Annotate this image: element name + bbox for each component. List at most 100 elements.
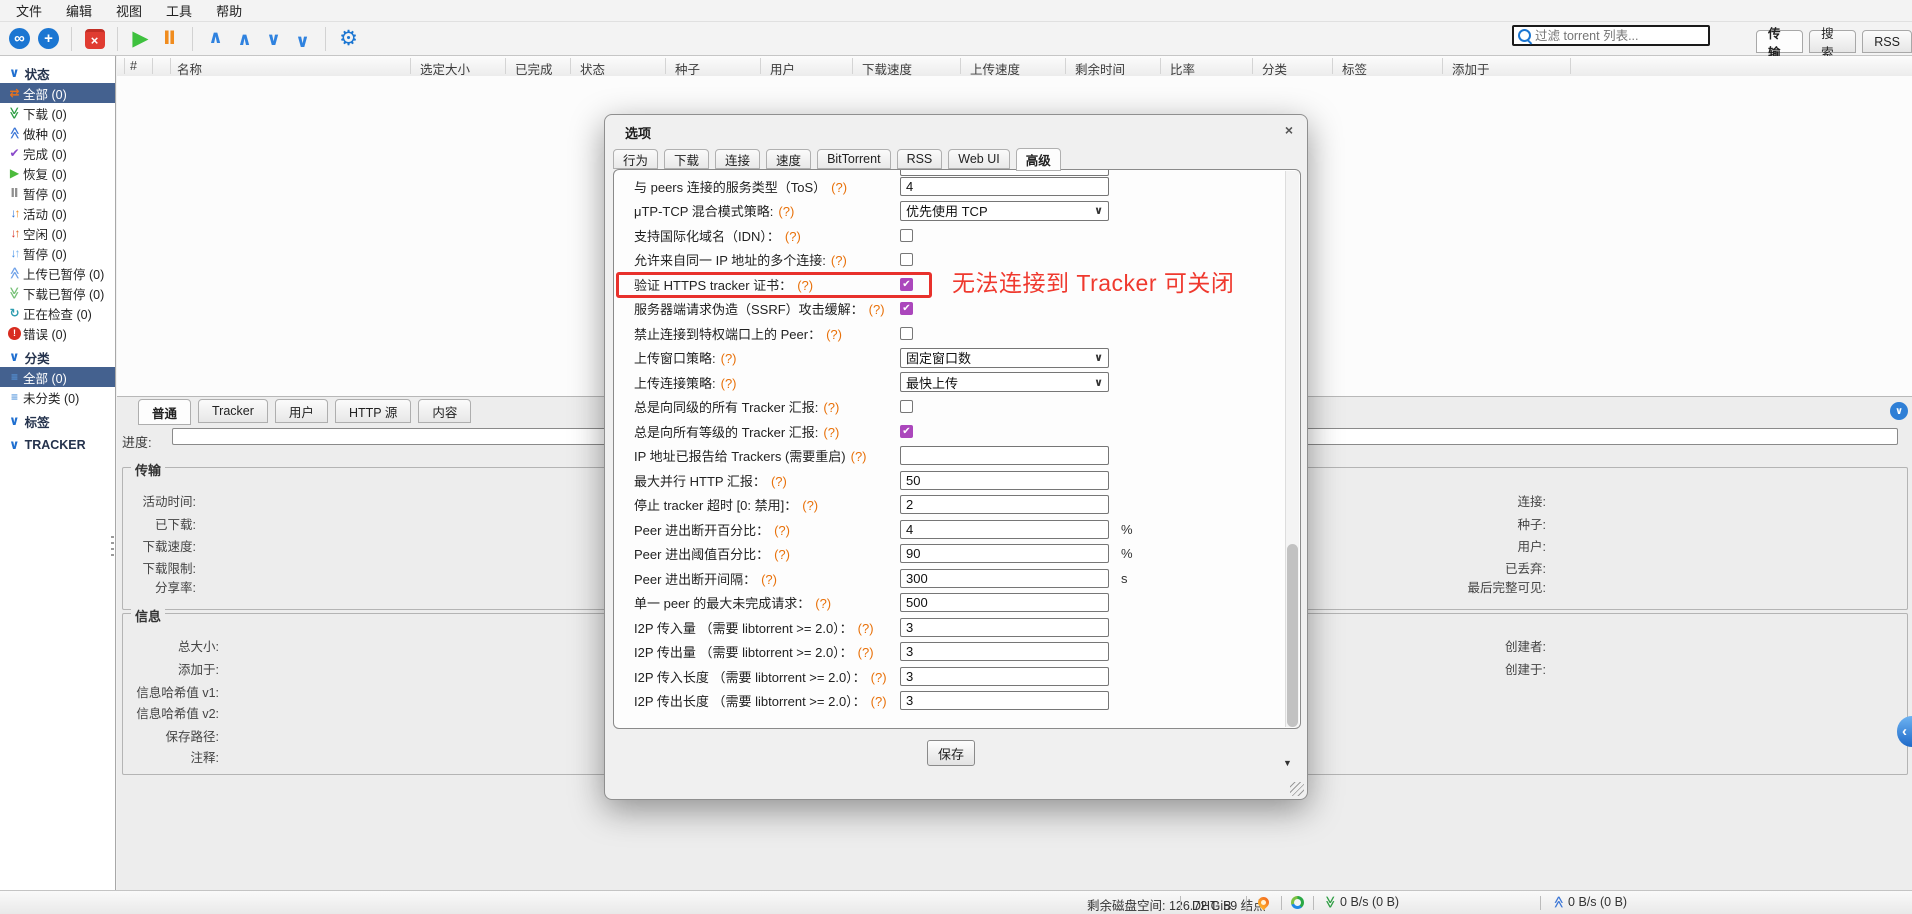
column-separator[interactable] <box>665 58 666 74</box>
setting-input[interactable]: 300 <box>900 569 1109 588</box>
details-tab-用户[interactable]: 用户 <box>275 399 328 423</box>
options-tab-下载[interactable]: 下载 <box>664 149 709 169</box>
options-tab-行为[interactable]: 行为 <box>613 149 658 169</box>
save-button[interactable]: 保存 <box>927 740 975 766</box>
column-separator[interactable] <box>1570 58 1571 74</box>
filter-resumed[interactable]: ▶恢复 (0) <box>0 163 115 183</box>
setting-checkbox[interactable] <box>900 229 913 242</box>
close-icon[interactable]: × <box>1285 122 1293 138</box>
help-link[interactable]: (?) <box>774 547 790 562</box>
setting-input[interactable]: 3 <box>900 618 1109 637</box>
setting-checkbox[interactable]: ✔ <box>900 425 913 438</box>
setting-select[interactable]: 最快上传∨ <box>900 372 1109 392</box>
filter-checking[interactable]: ↻正在检查 (0) <box>0 303 115 323</box>
column-separator[interactable] <box>1160 58 1161 74</box>
setting-input[interactable]: 500 <box>900 593 1109 612</box>
help-link[interactable]: (?) <box>858 621 874 636</box>
add-torrent-button[interactable]: + <box>37 27 60 50</box>
column-separator[interactable] <box>170 58 171 74</box>
move-bottom-button[interactable]: ∨ <box>291 27 314 50</box>
filter-stalled-uploading[interactable]: ≫上传已暂停 (0) <box>0 263 115 283</box>
filter-downloading[interactable]: ≫下载 (0) <box>0 103 115 123</box>
help-link[interactable]: (?) <box>721 351 737 366</box>
menu-item-工具[interactable]: 工具 <box>154 0 204 22</box>
filter-inactive[interactable]: ↓↑空闲 (0) <box>0 223 115 243</box>
filter-errored[interactable]: !错误 (0) <box>0 323 115 343</box>
help-link[interactable]: (?) <box>851 449 867 464</box>
delete-button[interactable]: × <box>83 27 106 50</box>
filter-stalled-downloading[interactable]: ≫下载已暂停 (0) <box>0 283 115 303</box>
filter-seeding[interactable]: ≫做种 (0) <box>0 123 115 143</box>
column-separator[interactable] <box>152 58 153 74</box>
help-link[interactable]: (?) <box>785 229 801 244</box>
move-top-button[interactable]: ∧ <box>204 27 227 50</box>
filter-paused[interactable]: Ⅱ暂停 (0) <box>0 183 115 203</box>
setting-checkbox[interactable] <box>900 400 913 413</box>
help-link[interactable]: (?) <box>823 425 839 440</box>
column-separator[interactable] <box>505 58 506 74</box>
filter-input[interactable] <box>1531 29 1708 43</box>
setting-input[interactable]: 4 <box>900 520 1109 539</box>
setting-select[interactable]: 优先使用 TCP∨ <box>900 201 1109 221</box>
help-link[interactable]: (?) <box>771 474 787 489</box>
setting-input[interactable] <box>900 446 1109 465</box>
help-link[interactable]: (?) <box>871 694 887 709</box>
options-button[interactable]: ⚙ <box>337 27 360 50</box>
setting-input[interactable]: 3 <box>900 691 1109 710</box>
dialog-scrollbar[interactable] <box>1285 171 1299 727</box>
details-tab-HTTP 源[interactable]: HTTP 源 <box>335 399 411 423</box>
section-categories[interactable]: ∨分类 <box>0 347 115 367</box>
category-all[interactable]: ≡全部 (0) <box>0 367 115 387</box>
setting-input[interactable]: 50 <box>900 471 1109 490</box>
options-tab-Web UI[interactable]: Web UI <box>948 149 1009 169</box>
help-link[interactable]: (?) <box>721 376 737 391</box>
menu-item-编辑[interactable]: 编辑 <box>54 0 104 22</box>
menu-item-文件[interactable]: 文件 <box>4 0 54 22</box>
collapse-panel-button[interactable]: ∨ <box>1890 402 1908 420</box>
help-link[interactable]: (?) <box>774 523 790 538</box>
details-tab-普通[interactable]: 普通 <box>138 399 191 425</box>
options-tab-高级[interactable]: 高级 <box>1016 148 1061 171</box>
column-header-#[interactable]: # <box>130 59 137 73</box>
help-link[interactable]: (?) <box>823 400 839 415</box>
options-tab-速度[interactable]: 速度 <box>766 149 811 169</box>
filter-completed[interactable]: ✔完成 (0) <box>0 143 115 163</box>
menu-item-视图[interactable]: 视图 <box>104 0 154 22</box>
pause-button[interactable]: Ⅱ <box>158 27 181 50</box>
filter-all[interactable]: ⇄全部 (0) <box>0 83 115 103</box>
menu-item-帮助[interactable]: 帮助 <box>204 0 254 22</box>
tab-传输[interactable]: 传输 <box>1756 30 1803 53</box>
column-separator[interactable] <box>1332 58 1333 74</box>
help-link[interactable]: (?) <box>831 253 847 268</box>
column-separator[interactable] <box>570 58 571 74</box>
column-separator[interactable] <box>960 58 961 74</box>
column-separator[interactable] <box>1442 58 1443 74</box>
setting-input[interactable]: 3 <box>900 667 1109 686</box>
resize-grip[interactable] <box>1290 782 1304 796</box>
section-trackers[interactable]: ∨TRACKER <box>0 435 115 455</box>
details-tab-内容[interactable]: 内容 <box>418 399 471 423</box>
setting-checkbox[interactable] <box>900 327 913 340</box>
connection-status-icon[interactable] <box>1291 896 1304 909</box>
setting-checkbox[interactable]: ✔ <box>900 302 913 315</box>
column-separator[interactable] <box>1252 58 1253 74</box>
setting-input[interactable]: 4 <box>900 177 1109 196</box>
category-uncategorized[interactable]: ≡未分类 (0) <box>0 387 115 407</box>
tab-搜索[interactable]: 搜索 <box>1809 30 1856 53</box>
help-link[interactable]: (?) <box>871 670 887 685</box>
details-tab-Tracker[interactable]: Tracker <box>198 399 268 423</box>
add-link-button[interactable]: ∞ <box>8 27 31 50</box>
column-separator[interactable] <box>410 58 411 74</box>
setting-select[interactable]: 固定窗口数∨ <box>900 348 1109 368</box>
help-link[interactable]: (?) <box>815 596 831 611</box>
setting-checkbox[interactable] <box>900 253 913 266</box>
column-separator[interactable] <box>124 58 125 74</box>
column-separator[interactable] <box>1065 58 1066 74</box>
section-status[interactable]: ∨状态 <box>0 63 115 83</box>
setting-input[interactable]: 2 <box>900 495 1109 514</box>
scroll-down-icon[interactable]: ▼ <box>1283 758 1292 768</box>
move-up-button[interactable]: ∧ <box>233 27 256 50</box>
setting-input[interactable]: 90 <box>900 544 1109 563</box>
upload-speed-status[interactable]: ≫ 0 B/s (0 B) <box>1552 895 1627 909</box>
help-link[interactable]: (?) <box>869 302 885 317</box>
